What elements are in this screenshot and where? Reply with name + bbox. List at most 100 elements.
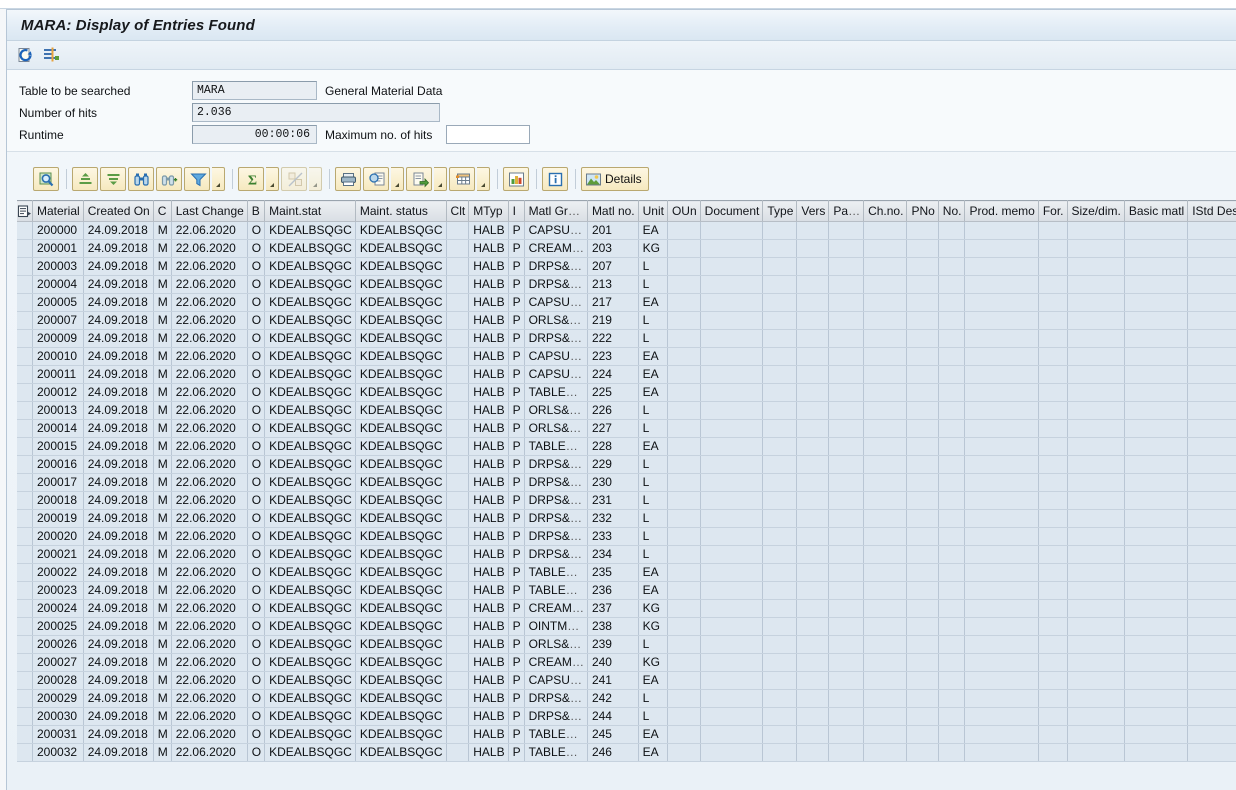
cell-pa[interactable]	[828, 329, 865, 348]
cell-pno[interactable]	[906, 257, 939, 276]
cell-istddesc[interactable]	[1187, 329, 1236, 348]
graphic-button[interactable]	[503, 167, 529, 191]
cell-no[interactable]	[938, 221, 966, 240]
cell-maintstat2[interactable]: KDEALBSQGC	[355, 527, 447, 546]
cell-oun[interactable]	[667, 401, 701, 420]
cell-b[interactable]: O	[247, 725, 266, 744]
cell-clt[interactable]	[446, 347, 470, 366]
cell-maintstat2[interactable]: KDEALBSQGC	[355, 653, 447, 672]
cell-b[interactable]: O	[247, 509, 266, 528]
cell-i[interactable]: P	[508, 401, 525, 420]
cell-maintstat[interactable]: KDEALBSQGC	[264, 653, 356, 672]
cell-pa[interactable]	[828, 293, 865, 312]
cell-matlno[interactable]: 235	[587, 563, 639, 582]
row-selector-cell[interactable]	[17, 455, 33, 474]
cell-material[interactable]: 200013	[32, 401, 84, 420]
cell-type[interactable]	[762, 419, 798, 438]
cell-matlno[interactable]: 238	[587, 617, 639, 636]
cell-for[interactable]	[1038, 707, 1068, 726]
cell-b[interactable]: O	[247, 491, 266, 510]
cell-lastchg[interactable]: 22.06.2020	[171, 437, 248, 456]
cell-document[interactable]	[700, 221, 764, 240]
cell-document[interactable]	[700, 329, 764, 348]
cell-clt[interactable]	[446, 383, 470, 402]
cell-for[interactable]	[1038, 635, 1068, 654]
cell-c[interactable]: M	[153, 671, 172, 690]
cell-prodmemo[interactable]	[964, 545, 1039, 564]
cell-pa[interactable]	[828, 311, 865, 330]
print-button[interactable]	[335, 167, 361, 191]
cell-pno[interactable]	[906, 725, 939, 744]
cell-c[interactable]: M	[153, 725, 172, 744]
cell-maintstat[interactable]: KDEALBSQGC	[264, 671, 356, 690]
cell-clt[interactable]	[446, 689, 470, 708]
cell-pno[interactable]	[906, 743, 939, 762]
cell-i[interactable]: P	[508, 383, 525, 402]
cell-lastchg[interactable]: 22.06.2020	[171, 563, 248, 582]
table-row[interactable]: 200001 24.09.2018 M 22.06.2020 O KDEALBSQGC KD…	[17, 239, 1236, 258]
cell-for[interactable]	[1038, 329, 1068, 348]
cell-document[interactable]	[700, 365, 764, 384]
cell-maintstat2[interactable]: KDEALBSQGC	[355, 311, 447, 330]
subtotal-dropdown[interactable]	[309, 167, 322, 191]
cell-vers[interactable]	[796, 293, 830, 312]
cell-chno[interactable]	[863, 617, 908, 636]
cell-lastchg[interactable]: 22.06.2020	[171, 509, 248, 528]
cell-clt[interactable]	[446, 599, 470, 618]
table-row[interactable]: 200022 24.09.2018 M 22.06.2020 O KDEALBSQGC KD…	[17, 563, 1236, 582]
cell-c[interactable]: M	[153, 293, 172, 312]
cell-type[interactable]	[762, 365, 798, 384]
cell-pa[interactable]	[828, 221, 865, 240]
cell-clt[interactable]	[446, 329, 470, 348]
cell-document[interactable]	[700, 473, 764, 492]
row-selector-cell[interactable]	[17, 563, 33, 582]
cell-i[interactable]: P	[508, 239, 525, 258]
cell-istddesc[interactable]	[1187, 689, 1236, 708]
cell-for[interactable]	[1038, 725, 1068, 744]
cell-maintstat2[interactable]: KDEALBSQGC	[355, 383, 447, 402]
cell-i[interactable]: P	[508, 473, 525, 492]
cell-clt[interactable]	[446, 635, 470, 654]
cell-chno[interactable]	[863, 419, 908, 438]
cell-for[interactable]	[1038, 653, 1068, 672]
cell-istddesc[interactable]	[1187, 527, 1236, 546]
cell-maintstat[interactable]: KDEALBSQGC	[264, 491, 356, 510]
cell-i[interactable]: P	[508, 689, 525, 708]
cell-unit[interactable]: L	[638, 509, 668, 528]
cell-sizedim[interactable]	[1067, 455, 1125, 474]
cell-matlgr[interactable]: ORLS&…	[524, 311, 588, 330]
cell-type[interactable]	[762, 257, 798, 276]
cell-sizedim[interactable]	[1067, 239, 1125, 258]
cell-material[interactable]: 200012	[32, 383, 84, 402]
cell-sizedim[interactable]	[1067, 383, 1125, 402]
cell-c[interactable]: M	[153, 509, 172, 528]
cell-chno[interactable]	[863, 257, 908, 276]
row-selector-cell[interactable]	[17, 653, 33, 672]
cell-maintstat[interactable]: KDEALBSQGC	[264, 743, 356, 762]
cell-lastchg[interactable]: 22.06.2020	[171, 599, 248, 618]
row-selector-cell[interactable]	[17, 725, 33, 744]
cell-oun[interactable]	[667, 689, 701, 708]
cell-maintstat[interactable]: KDEALBSQGC	[264, 581, 356, 600]
cell-pno[interactable]	[906, 347, 939, 366]
cell-created[interactable]: 24.09.2018	[83, 653, 154, 672]
cell-maintstat[interactable]: KDEALBSQGC	[264, 473, 356, 492]
cell-istddesc[interactable]	[1187, 257, 1236, 276]
cell-clt[interactable]	[446, 239, 470, 258]
cell-b[interactable]: O	[247, 239, 266, 258]
cell-type[interactable]	[762, 455, 798, 474]
cell-unit[interactable]: EA	[638, 293, 668, 312]
cell-oun[interactable]	[667, 293, 701, 312]
cell-maintstat2[interactable]: KDEALBSQGC	[355, 473, 447, 492]
row-selector-cell[interactable]	[17, 599, 33, 618]
cell-for[interactable]	[1038, 383, 1068, 402]
cell-created[interactable]: 24.09.2018	[83, 347, 154, 366]
cell-mtyp[interactable]: HALB	[468, 725, 509, 744]
col-header-maint-stat[interactable]: Maint.stat	[264, 200, 356, 222]
cell-basicmatl[interactable]	[1124, 707, 1189, 726]
cell-material[interactable]: 200003	[32, 257, 84, 276]
cell-maintstat[interactable]: KDEALBSQGC	[264, 347, 356, 366]
cell-i[interactable]: P	[508, 635, 525, 654]
row-selector-cell[interactable]	[17, 527, 33, 546]
cell-prodmemo[interactable]	[964, 311, 1039, 330]
